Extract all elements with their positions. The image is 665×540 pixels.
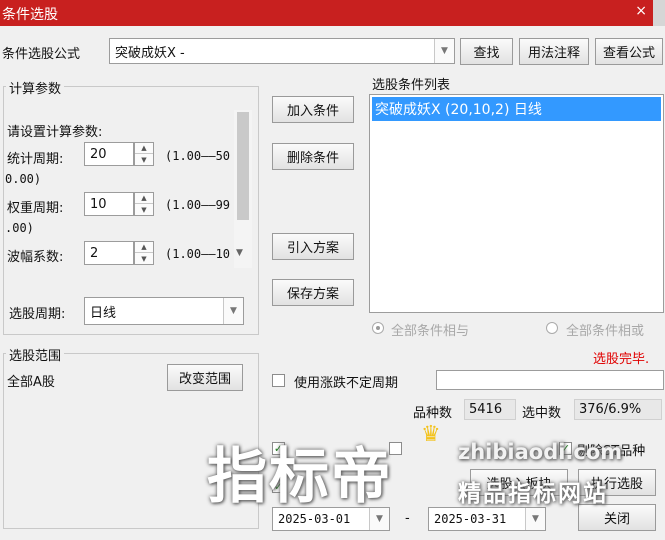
radio-all-or[interactable] xyxy=(546,322,558,334)
stock-period-select[interactable]: 日线 ▼ xyxy=(84,297,244,325)
save-plan-button[interactable]: 保存方案 xyxy=(272,279,354,306)
chevron-down-icon[interactable]: ▼ xyxy=(434,39,454,63)
formula-label: 条件选股公式 xyxy=(2,47,81,62)
params-scrollbar[interactable]: ▼ xyxy=(234,110,252,268)
params-prompt: 请设置计算参数: xyxy=(7,125,103,140)
undetermined-checkbox[interactable] xyxy=(272,374,285,387)
date-to-value: 2025-03-31 xyxy=(434,512,507,526)
close-button[interactable]: 关闭 xyxy=(578,504,656,531)
param-label-weight: 权重周期: xyxy=(7,201,64,216)
delete-condition-button[interactable]: 删除条件 xyxy=(272,143,354,170)
param-range-weight-cont: .00) xyxy=(5,221,34,235)
param-range-period-cont: 0.00) xyxy=(5,172,42,186)
list-item[interactable]: 突破成妖X (20,10,2) 日线 xyxy=(372,97,661,121)
param-input-amplitude[interactable]: 2 xyxy=(84,241,134,265)
crown-icon: ♛ xyxy=(421,422,441,447)
undetermined-label: 使用涨跌不定周期 xyxy=(294,376,399,391)
scrollbar-thumb[interactable] xyxy=(237,112,249,220)
title-bar: 条件选股 × xyxy=(0,0,665,26)
add-condition-button[interactable]: 加入条件 xyxy=(272,96,354,123)
close-icon[interactable]: × xyxy=(635,3,647,19)
radio-all-and-label: 全部条件相与 xyxy=(391,324,470,339)
title-bar-edge xyxy=(653,0,665,26)
param-value-amplitude: 2 xyxy=(90,245,99,261)
param-input-period[interactable]: 20 xyxy=(84,142,134,166)
spin-down-icon[interactable]: ▼ xyxy=(135,204,153,215)
condition-list[interactable]: 突破成妖X (20,10,2) 日线 xyxy=(369,94,664,313)
chevron-down-icon[interactable]: ▼ xyxy=(525,508,545,530)
spin-up-icon[interactable]: ▲ xyxy=(135,143,153,154)
condition-list-title: 选股条件列表 xyxy=(372,78,451,93)
formula-value: 突破成妖X - xyxy=(115,45,185,61)
radio-all-and[interactable] xyxy=(372,322,384,334)
scope-group-title: 选股范围 xyxy=(6,345,65,364)
spin-down-icon[interactable]: ▼ xyxy=(135,154,153,165)
param-spinner-amplitude[interactable]: ▲ ▼ xyxy=(134,241,154,265)
change-scope-button[interactable]: 改变范围 xyxy=(167,364,243,391)
param-range-weight: (1.00——99 xyxy=(165,198,231,212)
date-to-picker[interactable]: 2025-03-31 ▼ xyxy=(428,507,546,531)
param-label-period: 统计周期: xyxy=(7,152,64,167)
param-range-period: (1.00——50 xyxy=(165,149,231,163)
count-label: 品种数 xyxy=(413,406,453,421)
scroll-down-icon[interactable]: ▼ xyxy=(236,248,243,258)
stock-period-value: 日线 xyxy=(90,305,117,321)
param-input-weight[interactable]: 10 xyxy=(84,192,134,216)
view-formula-button[interactable]: 查看公式 xyxy=(595,38,663,65)
radio-all-or-label: 全部条件相或 xyxy=(566,324,645,339)
date-separator: - xyxy=(405,511,410,526)
import-plan-button[interactable]: 引入方案 xyxy=(272,233,354,260)
scope-value: 全部A股 xyxy=(7,375,55,390)
param-spinner-period[interactable]: ▲ ▼ xyxy=(134,142,154,166)
stock-period-label: 选股周期: xyxy=(9,307,66,322)
count-value: 5416 xyxy=(464,399,516,420)
usage-notes-button[interactable]: 用法注释 xyxy=(519,38,589,65)
find-button[interactable]: 查找 xyxy=(460,38,513,65)
selected-label: 选中数 xyxy=(522,406,562,421)
watermark-slogan: 精品指标网站 xyxy=(458,481,608,507)
selected-value: 376/6.9% xyxy=(574,399,662,420)
params-group-title: 计算参数 xyxy=(6,78,65,97)
undetermined-input[interactable] xyxy=(436,370,664,390)
param-value-weight: 10 xyxy=(90,196,107,212)
spin-up-icon[interactable]: ▲ xyxy=(135,193,153,204)
window-title: 条件选股 xyxy=(2,7,58,23)
param-range-amplitude: (1.00——10 xyxy=(165,247,231,261)
watermark-url: zhibiaodi.com xyxy=(458,440,623,464)
formula-select[interactable]: 突破成妖X - ▼ xyxy=(109,38,455,64)
chevron-down-icon[interactable]: ▼ xyxy=(223,298,243,324)
spin-down-icon[interactable]: ▼ xyxy=(135,253,153,264)
param-label-amplitude: 波幅系数: xyxy=(7,250,64,265)
param-value-period: 20 xyxy=(90,146,107,162)
spin-up-icon[interactable]: ▲ xyxy=(135,242,153,253)
watermark-logo: 指标帝 xyxy=(207,442,393,512)
param-spinner-weight[interactable]: ▲ ▼ xyxy=(134,192,154,216)
status-text: 选股完毕. xyxy=(593,352,650,367)
